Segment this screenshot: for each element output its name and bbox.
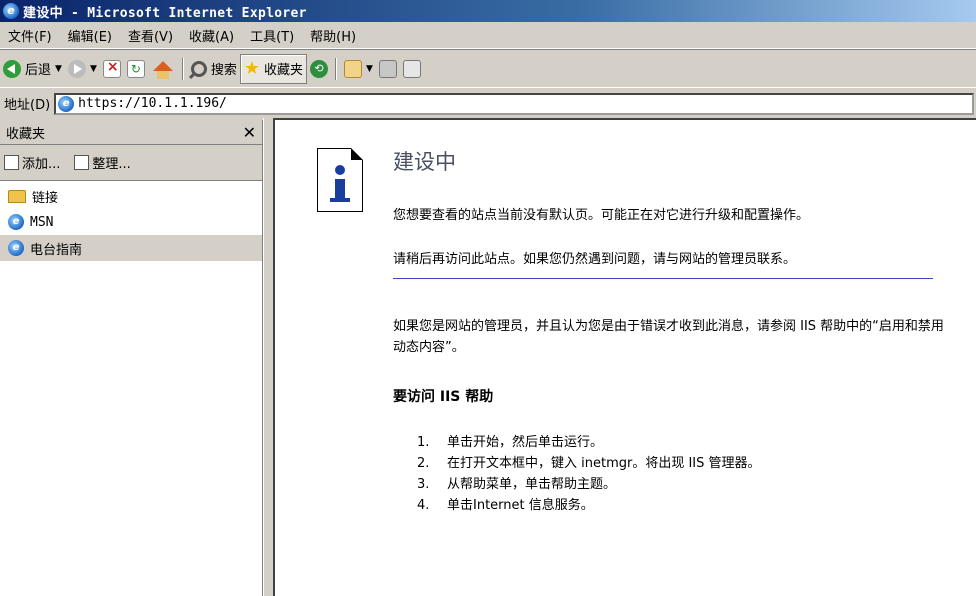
list-item: 1. 单击开始，然后单击运行。 bbox=[417, 435, 604, 450]
info-icon bbox=[317, 148, 363, 212]
stop-button[interactable] bbox=[100, 55, 124, 83]
favorites-pane-title: 收藏夹 bbox=[6, 126, 46, 142]
favorites-item-label: 链接 bbox=[32, 190, 59, 206]
menu-view[interactable]: 查看(V) bbox=[120, 26, 181, 45]
help-steps-list: 1. 单击开始，然后单击运行。 2. 在打开文本框中，键入 inetmgr。将出… bbox=[417, 432, 761, 516]
back-label: 后退 bbox=[25, 63, 52, 78]
forward-dropdown-icon[interactable]: ▼ bbox=[90, 64, 97, 74]
history-icon: ⟲ bbox=[310, 59, 329, 78]
message-text: 请稍后再访问此站点。如果您仍然遇到问题，请与网站的管理员联系。 bbox=[393, 252, 797, 267]
favorites-pane: 收藏夹 ✕ 添加... 整理... 链接 e MSN e 电台指南 bbox=[0, 120, 263, 596]
page-title: 建设中 bbox=[393, 150, 456, 174]
search-icon bbox=[190, 60, 207, 77]
list-item: 2. 在打开文本框中，键入 inetmgr。将出现 IIS 管理器。 bbox=[417, 456, 761, 471]
menu-help[interactable]: 帮助(H) bbox=[302, 26, 364, 45]
forward-arrow-icon bbox=[67, 59, 86, 78]
home-icon bbox=[152, 60, 173, 79]
edit-page-icon bbox=[402, 59, 421, 78]
title-bar: e 建设中 - Microsoft Internet Explorer bbox=[0, 0, 976, 22]
ie-logo-icon: e bbox=[3, 3, 19, 19]
back-arrow-icon bbox=[3, 59, 21, 78]
favorites-item-msn[interactable]: e MSN bbox=[0, 209, 262, 235]
address-label: 地址(D) bbox=[4, 98, 51, 113]
back-button[interactable]: 后退 ▼ bbox=[0, 55, 65, 83]
search-button[interactable]: 搜索 bbox=[188, 55, 240, 83]
address-url[interactable]: https://10.1.1.196/ bbox=[78, 96, 227, 111]
refresh-icon: ↻ bbox=[126, 59, 145, 78]
favorites-item-label: MSN bbox=[30, 214, 54, 230]
favorites-header: 收藏夹 ✕ bbox=[0, 120, 262, 145]
ie-page-icon: e bbox=[8, 240, 24, 256]
home-button[interactable] bbox=[148, 55, 178, 83]
mail-icon bbox=[344, 59, 363, 78]
favorites-star-icon: ★ bbox=[243, 57, 261, 79]
forward-button[interactable]: ▼ bbox=[65, 55, 100, 83]
organize-icon bbox=[74, 155, 90, 170]
page-content: 建设中 您想要查看的站点当前没有默认页。可能正在对它进行升级和配置操作。 请稍后… bbox=[273, 118, 976, 596]
print-button[interactable] bbox=[376, 55, 400, 83]
back-dropdown-icon[interactable]: ▼ bbox=[55, 64, 62, 74]
admin-message: 如果您是网站的管理员，并且认为您是由于错误才收到此消息，请参阅 IIS 帮助中的… bbox=[393, 319, 944, 355]
organize-favorites-button[interactable]: 整理... bbox=[74, 153, 131, 172]
list-item: 3. 从帮助菜单，单击帮助主题。 bbox=[417, 477, 617, 492]
toolbar: 后退 ▼ ▼ ↻ 搜索 ★ 收藏夹 ⟲ ▼ bbox=[0, 49, 976, 87]
organize-label: 整理... bbox=[92, 157, 131, 172]
message-text: 您想要查看的站点当前没有默认页。可能正在对它进行升级和配置操作。 bbox=[393, 208, 810, 223]
close-icon[interactable]: ✕ bbox=[243, 123, 256, 142]
help-heading: 要访问 IIS 帮助 bbox=[393, 389, 494, 405]
ie-page-icon: e bbox=[8, 214, 24, 230]
toolbar-separator bbox=[335, 57, 338, 80]
favorites-button[interactable]: ★ 收藏夹 bbox=[239, 53, 308, 84]
mail-button[interactable]: ▼ bbox=[341, 55, 376, 83]
print-icon bbox=[378, 59, 397, 78]
favorites-list: 链接 e MSN e 电台指南 bbox=[0, 181, 262, 261]
favorites-item-links[interactable]: 链接 bbox=[0, 183, 262, 209]
folder-icon bbox=[8, 189, 26, 203]
refresh-button[interactable]: ↻ bbox=[124, 55, 148, 83]
address-bar: 地址(D) e https://10.1.1.196/ bbox=[0, 87, 976, 119]
menu-bar: 文件(F) 编辑(E) 查看(V) 收藏(A) 工具(T) 帮助(H) bbox=[0, 22, 976, 49]
add-favorite-icon bbox=[4, 155, 19, 170]
add-favorite-label: 添加... bbox=[22, 157, 61, 172]
edit-button[interactable] bbox=[400, 55, 424, 83]
menu-favorites[interactable]: 收藏(A) bbox=[181, 26, 242, 45]
menu-edit[interactable]: 编辑(E) bbox=[60, 26, 120, 45]
list-item: 4. 单击Internet 信息服务。 bbox=[417, 498, 594, 513]
add-favorite-button[interactable]: 添加... bbox=[4, 153, 60, 172]
favorites-tools: 添加... 整理... bbox=[0, 145, 262, 181]
window-title: 建设中 - Microsoft Internet Explorer bbox=[23, 5, 307, 21]
menu-tools[interactable]: 工具(T) bbox=[242, 26, 302, 45]
history-button[interactable]: ⟲ bbox=[307, 55, 331, 83]
search-label: 搜索 bbox=[210, 63, 237, 78]
favorites-item-radio-guide[interactable]: e 电台指南 bbox=[0, 235, 262, 261]
stop-icon bbox=[102, 59, 121, 78]
favorites-item-label: 电台指南 bbox=[30, 242, 83, 258]
favorites-label: 收藏夹 bbox=[264, 63, 304, 78]
page-icon: e bbox=[58, 95, 75, 112]
menu-file[interactable]: 文件(F) bbox=[0, 26, 60, 45]
address-input[interactable]: e https://10.1.1.196/ bbox=[54, 92, 974, 115]
toolbar-separator bbox=[181, 57, 184, 80]
divider bbox=[393, 278, 933, 279]
mail-dropdown-icon[interactable]: ▼ bbox=[366, 64, 373, 74]
